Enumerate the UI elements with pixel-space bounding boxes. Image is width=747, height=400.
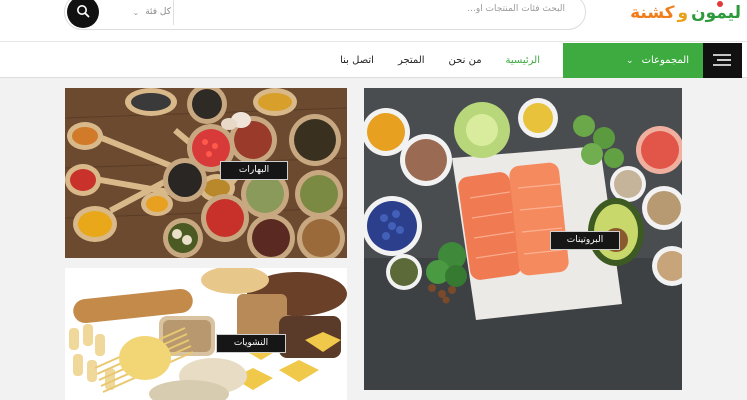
search-button[interactable] [67,0,99,28]
carbs-image [65,268,347,400]
chevron-down-icon: ⌄ [132,7,140,17]
nav-links: الرئيسية من نحن المتجر اتصل بنا [328,42,552,78]
search-bar: ⌄ كل فئة [64,0,586,30]
nav-link-home[interactable]: الرئيسية [494,55,552,66]
spices-image [65,88,347,258]
logo-word-3: كشنة [630,3,675,23]
top-header: ليمون و كشنة ⌄ كل فئة [0,0,747,42]
site-logo[interactable]: ليمون و كشنة [630,0,741,26]
menu-button[interactable] [703,43,742,78]
category-tile-proteins[interactable]: البروتينات [364,88,682,390]
tile-label-carbs: النشويات [216,334,286,353]
nav-link-about[interactable]: من نحن [437,55,494,66]
categories-dropdown-button[interactable]: المجموعات ⌄ [563,43,703,78]
main-nav: المجموعات ⌄ الرئيسية من نحن المتجر اتصل … [0,42,747,78]
logo-word-2: و [677,3,689,23]
proteins-image [364,88,682,390]
category-select[interactable]: ⌄ كل فئة [123,4,171,20]
search-icon [77,5,90,18]
logo-dot-icon [717,1,723,7]
category-tile-carbs[interactable]: النشويات [65,268,347,400]
hamburger-menu-icon [713,54,731,66]
category-tile-spices[interactable]: البهارات [65,88,347,258]
nav-link-shop[interactable]: المتجر [386,55,437,66]
search-input[interactable] [175,4,565,14]
nav-link-contact[interactable]: اتصل بنا [328,55,386,66]
tile-label-proteins: البروتينات [550,231,620,250]
category-select-value: كل فئة [145,7,171,17]
logo-word-1: ليمون [691,3,741,23]
chevron-down-icon: ⌄ [626,55,634,66]
categories-label: المجموعات [641,55,689,66]
tile-label-spices: البهارات [220,161,288,180]
search-divider [173,0,174,25]
